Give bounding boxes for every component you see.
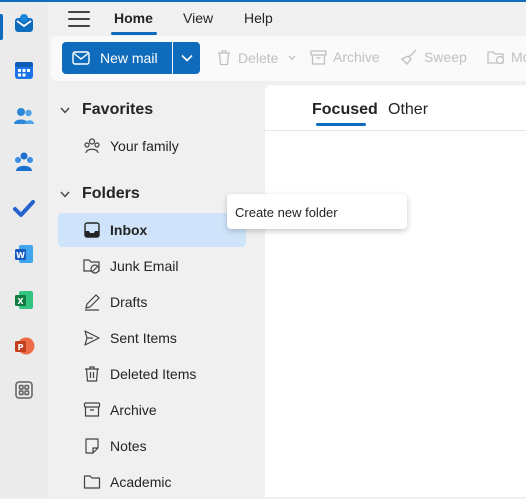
mail-app-icon[interactable] <box>9 9 39 39</box>
move-button[interactable]: Mo <box>487 49 526 65</box>
folder-icon <box>83 475 101 489</box>
folders-header[interactable]: Folders <box>60 185 140 203</box>
folder-pane: Favorites Your family Folders Inbox Junk… <box>48 84 264 497</box>
folder-item-notes[interactable]: Notes <box>58 429 246 463</box>
mail-icon <box>72 51 90 65</box>
rail-active-indicator <box>0 14 3 40</box>
ribbon-tabbar: Home View Help <box>48 2 526 36</box>
calendar-app-icon[interactable] <box>9 55 39 85</box>
people-app-icon[interactable] <box>9 101 39 131</box>
archive-label: Archive <box>333 49 380 65</box>
folder-item-deleted-items[interactable]: Deleted Items <box>58 357 246 391</box>
new-mail-button[interactable]: New mail <box>62 42 172 74</box>
divider <box>265 130 526 131</box>
folder-item-junk-email[interactable]: Junk Email <box>58 249 246 283</box>
folder-label: Archive <box>110 402 157 418</box>
ribbon-toolbar: New mail Delete Archive Sweep Mo <box>51 36 526 81</box>
delete-button[interactable]: Delete <box>216 49 296 66</box>
folder-item-sent-items[interactable]: Sent Items <box>58 321 246 355</box>
new-mail-dropdown-button[interactable] <box>173 42 200 74</box>
move-label: Mo <box>511 49 526 65</box>
archive-button[interactable]: Archive <box>310 49 380 65</box>
app-rail: W X P <box>0 2 48 497</box>
move-folder-icon <box>487 51 505 65</box>
folder-label: Deleted Items <box>110 366 197 382</box>
active-tab-indicator <box>111 32 157 35</box>
folder-label: Sent Items <box>110 330 177 346</box>
inbox-icon <box>84 222 100 238</box>
new-mail-label: New mail <box>100 50 158 66</box>
junk-icon <box>83 259 100 274</box>
delete-label: Delete <box>238 49 279 66</box>
todo-app-icon[interactable] <box>9 193 39 223</box>
folder-item-drafts[interactable]: Drafts <box>58 285 246 319</box>
family-icon <box>84 138 100 154</box>
notes-icon <box>85 438 99 454</box>
favorites-header[interactable]: Favorites <box>60 101 153 119</box>
groups-app-icon[interactable] <box>9 147 39 177</box>
folder-item-your-family[interactable]: Your family <box>58 129 246 163</box>
chevron-down-icon <box>289 55 296 60</box>
folder-label: Junk Email <box>110 258 179 274</box>
menu-toggle-icon[interactable] <box>68 10 90 28</box>
tab-help[interactable]: Help <box>244 10 273 26</box>
folder-label: Your family <box>110 138 179 154</box>
powerpoint-app-icon[interactable]: P <box>9 331 39 361</box>
word-app-icon[interactable]: W <box>9 239 39 269</box>
archive-icon <box>83 402 101 417</box>
tab-home[interactable]: Home <box>114 10 153 26</box>
sweep-label: Sweep <box>424 49 467 65</box>
favorites-heading: Favorites <box>82 101 154 118</box>
chevron-down-icon <box>60 107 70 114</box>
tab-view[interactable]: View <box>183 10 213 26</box>
svg-text:X: X <box>17 297 24 306</box>
tab-focused[interactable]: Focused <box>312 101 378 119</box>
folder-label: Inbox <box>110 222 148 238</box>
folder-item-academic[interactable]: Academic <box>58 465 246 499</box>
folders-heading: Folders <box>82 185 140 202</box>
sweep-icon <box>400 49 417 65</box>
folder-label: Drafts <box>110 294 148 310</box>
trash-icon <box>218 50 230 66</box>
chevron-down-icon <box>180 54 193 62</box>
create-folder-tooltip: Create new folder <box>227 194 407 229</box>
svg-text:W: W <box>16 251 25 260</box>
trash-icon <box>85 366 99 382</box>
tab-other[interactable]: Other <box>388 101 428 119</box>
folder-label: Academic <box>110 474 172 490</box>
sent-icon <box>84 330 100 346</box>
folder-item-archive[interactable]: Archive <box>58 393 246 427</box>
sweep-button[interactable]: Sweep <box>400 49 467 65</box>
drafts-icon <box>85 294 100 311</box>
message-list-pane: Focused Other <box>265 85 526 497</box>
folder-label: Notes <box>110 438 147 454</box>
focused-tab-indicator <box>316 123 366 126</box>
excel-app-icon[interactable]: X <box>9 285 39 315</box>
archive-icon <box>310 49 327 65</box>
more-apps-icon[interactable] <box>9 375 39 405</box>
svg-text:P: P <box>18 343 24 352</box>
chevron-down-icon <box>60 191 70 198</box>
folder-item-inbox[interactable]: Inbox <box>58 213 246 247</box>
